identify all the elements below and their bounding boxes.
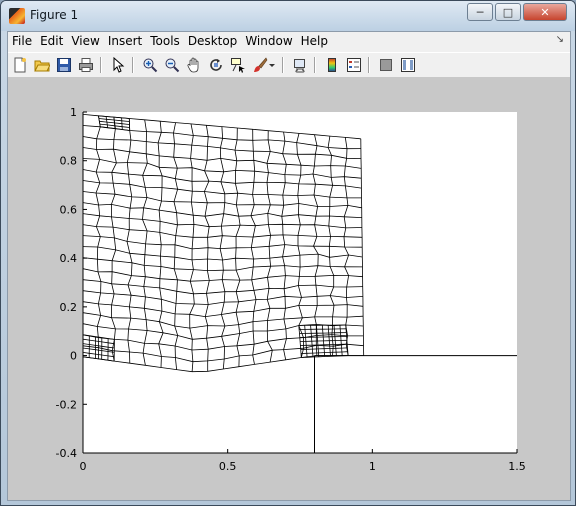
y-tick-label: 0.6 [60,203,78,216]
maximize-button[interactable]: □ [495,3,521,21]
figure-window: Figure 1 ─ □ ✕ File Edit View Insert Too… [0,0,576,506]
x-tick-label: 0 [80,460,87,473]
y-tick-label: -0.4 [56,447,77,460]
rotate-3d-icon[interactable] [207,56,225,74]
y-tick-label: 0.8 [60,155,78,168]
menu-edit[interactable]: Edit [36,32,67,51]
y-tick-label: 0.4 [60,252,78,265]
y-tick-label: 0 [70,350,77,363]
menu-file[interactable]: File [8,32,36,51]
figure-canvas[interactable]: 0 0.5 1 1.5 1 0.8 0.6 0.4 0.2 0 -0.2 -0.4 [8,78,570,500]
y-tick-label: 1 [70,106,77,119]
minimize-button[interactable]: ─ [467,3,493,21]
edit-plot-arrow-icon[interactable] [109,56,127,74]
dock-arrow-icon[interactable]: ↘ [556,34,564,45]
x-tick-label: 0.5 [219,460,237,473]
new-figure-icon[interactable] [11,56,29,74]
menu-tools[interactable]: Tools [146,32,184,51]
window-title: Figure 1 [30,8,79,22]
menu-desktop[interactable]: Desktop [184,32,242,51]
print-figure-icon[interactable] [77,56,95,74]
menu-insert[interactable]: Insert [104,32,146,51]
figure-toolbar [8,52,570,78]
y-tick-label: 0.2 [60,301,78,314]
toolbar-separator [282,57,284,73]
menu-help[interactable]: Help [297,32,332,51]
close-button[interactable]: ✕ [523,3,567,21]
show-plot-tools-icon[interactable] [399,56,417,74]
insert-legend-icon[interactable] [345,56,363,74]
matlab-logo-icon [9,8,25,24]
hide-plot-tools-icon[interactable] [377,56,395,74]
menu-view[interactable]: View [67,32,103,51]
toolbar-separator [314,57,316,73]
figure-client-area: File Edit View Insert Tools Desktop Wind… [7,31,571,501]
brush-dropdown-icon[interactable] [267,56,277,74]
save-figure-icon[interactable] [55,56,73,74]
toolbar-separator [100,57,102,73]
y-tick-label: -0.2 [56,398,77,411]
link-plot-icon[interactable] [291,56,309,74]
zoom-out-icon[interactable] [163,56,181,74]
title-bar[interactable]: Figure 1 ─ □ ✕ [1,1,575,31]
pan-hand-icon[interactable] [185,56,203,74]
x-tick-label: 1.5 [508,460,526,473]
menu-window[interactable]: Window [241,32,296,51]
toolbar-separator [132,57,134,73]
toolbar-separator [368,57,370,73]
data-cursor-icon[interactable] [229,56,247,74]
axes-plot[interactable]: 0 0.5 1 1.5 1 0.8 0.6 0.4 0.2 0 -0.2 -0.4 [8,78,570,500]
x-tick-label: 1 [369,460,376,473]
zoom-in-icon[interactable] [141,56,159,74]
menu-bar: File Edit View Insert Tools Desktop Wind… [8,32,570,51]
open-file-icon[interactable] [33,56,51,74]
insert-colorbar-icon[interactable] [323,56,341,74]
